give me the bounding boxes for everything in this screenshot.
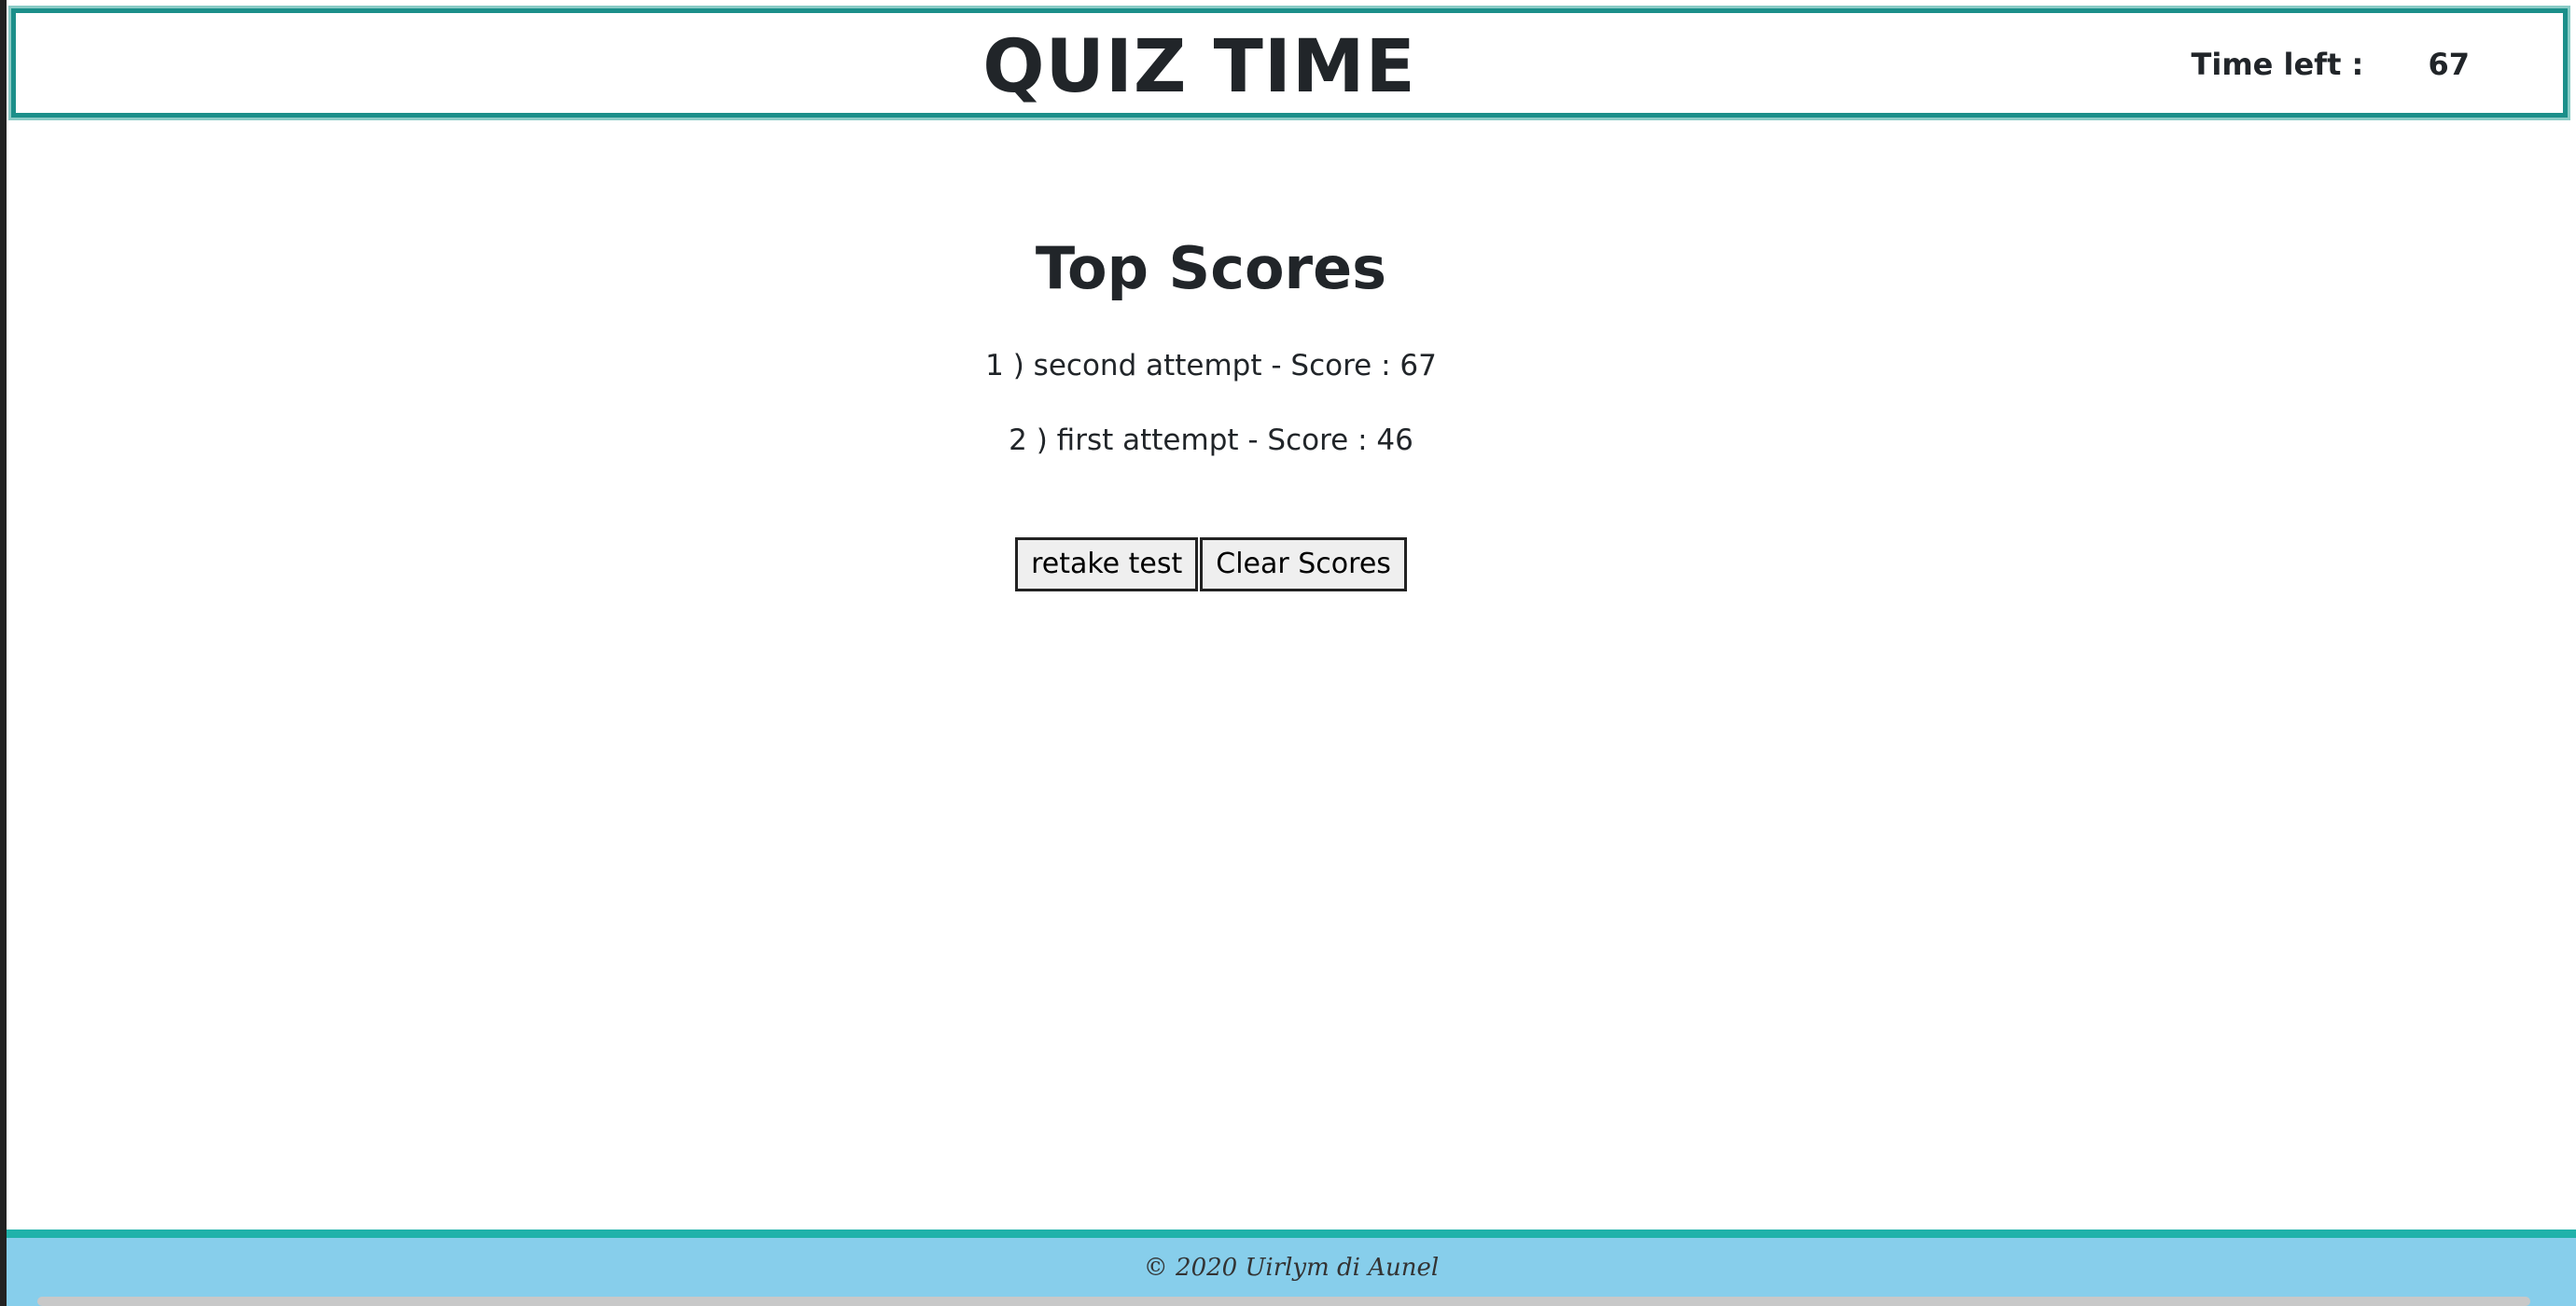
horizontal-scrollbar[interactable]	[37, 1297, 2530, 1306]
clear-scores-button[interactable]: Clear Scores	[1200, 537, 1407, 591]
retake-test-button[interactable]: retake test	[1015, 537, 1199, 591]
header-bar: QUIZ TIME Time left : 67	[8, 6, 2570, 120]
timer: Time left : 67	[2192, 47, 2470, 82]
timer-value: 67	[2428, 47, 2470, 82]
header-top-strip	[7, 0, 2576, 8]
score-item-1: 1 ) second attempt - Score : 67	[985, 349, 1437, 382]
timer-label: Time left :	[2191, 47, 2364, 82]
top-scores-heading: Top Scores	[1035, 234, 1387, 302]
page-title: QUIZ TIME	[982, 25, 1416, 109]
top-scores-section: Top Scores 1 ) second attempt - Score : …	[7, 224, 2416, 591]
footer-copyright: © 2020 Uirlym di Aunel	[1143, 1254, 1440, 1282]
score-list: 1 ) second attempt - Score : 67 2 ) firs…	[7, 343, 2416, 463]
page: QUIZ TIME Time left : 67 Top Scores 1 ) …	[0, 0, 2576, 1306]
footer: © 2020 Uirlym di Aunel	[7, 1230, 2576, 1306]
window-left-edge	[0, 0, 7, 1306]
score-item-2: 2 ) first attempt - Score : 46	[1009, 424, 1413, 457]
score-actions: retake test Clear Scores	[7, 537, 2416, 591]
